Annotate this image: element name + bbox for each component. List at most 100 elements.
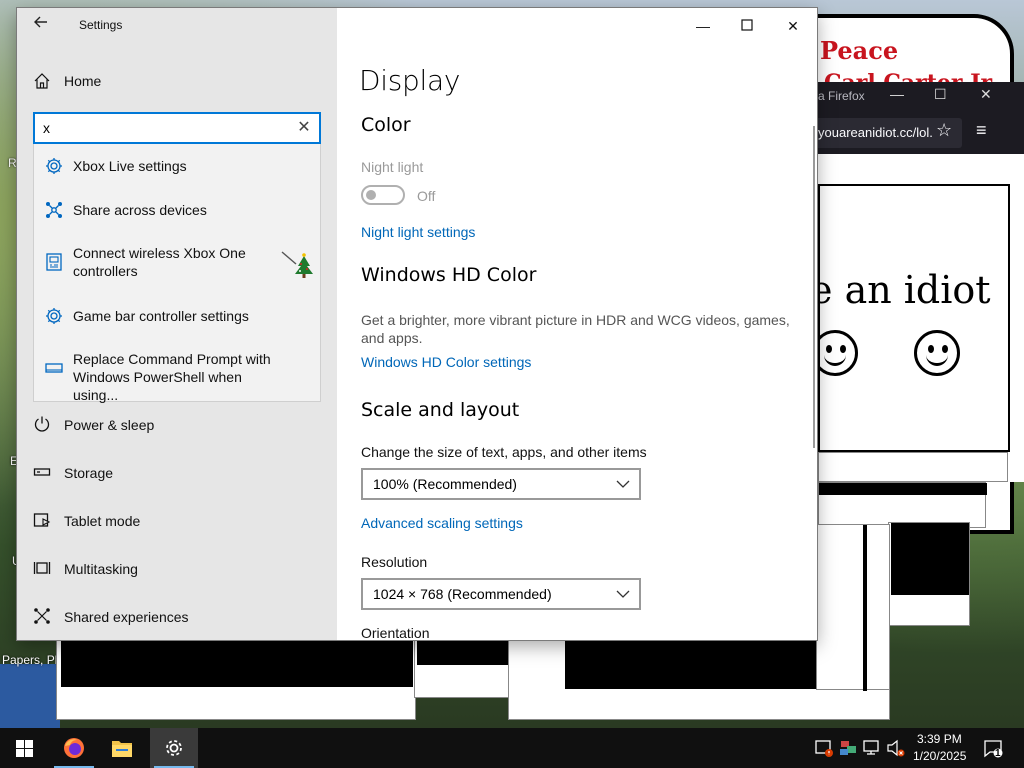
suggestion-label: Connect wireless Xbox One controllers: [73, 245, 246, 279]
prank-window-black: [863, 525, 867, 691]
tablet-icon: [33, 513, 51, 527]
prank-window-black: [891, 523, 969, 595]
sidebar-item-storage[interactable]: Storage: [17, 453, 337, 493]
maximize-icon[interactable]: ☐: [934, 86, 947, 103]
clear-icon[interactable]: ✕: [295, 119, 313, 137]
smiley-face-icon: [914, 330, 960, 376]
chevron-down-icon: [616, 480, 630, 488]
storage-icon: [33, 468, 51, 476]
sidebar-item-power-sleep[interactable]: Power & sleep: [17, 405, 337, 445]
orientation-label: Orientation: [361, 625, 430, 640]
idiot-page-text: e an idiot: [818, 268, 991, 312]
scale-dropdown-value: 100% (Recommended): [373, 476, 517, 492]
firefox-icon: [64, 738, 84, 758]
maximize-icon[interactable]: [735, 14, 759, 38]
resolution-dropdown-value: 1024 × 768 (Recommended): [373, 586, 552, 602]
search-suggestion-xbox-live[interactable]: Xbox Live settings: [34, 144, 320, 188]
sidebar-item-label: Storage: [64, 465, 114, 481]
app-title: Settings: [79, 18, 123, 32]
security-alert-icon[interactable]: [814, 738, 834, 758]
bookmark-star-icon[interactable]: ☆: [936, 120, 952, 141]
taskbar: 3:39 PM 1/20/2025 1: [0, 728, 1024, 768]
desktop-icon-label[interactable]: Papers, Ple: [2, 653, 64, 667]
sidebar-item-label: Tablet mode: [64, 513, 141, 529]
scale-dropdown[interactable]: 100% (Recommended): [361, 468, 641, 500]
file-explorer-icon: [112, 741, 132, 757]
gear-icon: [46, 308, 62, 324]
section-heading-scale-layout: Scale and layout: [361, 399, 520, 421]
start-button[interactable]: [0, 728, 48, 768]
settings-sidebar: Settings Home ✕ Xbox Live settings Share…: [17, 8, 337, 640]
idiot-page-frame: e an idiot: [818, 184, 1010, 452]
scrollbar[interactable]: [813, 126, 815, 448]
search-suggestion-game-bar-controller[interactable]: Game bar controller settings: [34, 294, 320, 338]
suggestion-label: Share across devices: [73, 202, 207, 218]
device-icon: [46, 253, 62, 271]
suggestion-label: Replace Command Prompt with Windows Powe…: [73, 351, 271, 403]
prank-window[interactable]: [56, 636, 416, 720]
desktop-icon-label[interactable]: R: [8, 156, 17, 170]
taskbar-settings[interactable]: [150, 728, 198, 768]
minimize-icon[interactable]: —: [890, 86, 904, 102]
christmas-tree-cursor-icon: [281, 251, 313, 278]
sidebar-item-home[interactable]: Home: [17, 64, 337, 98]
network-app-icon[interactable]: [838, 738, 858, 758]
volume-muted-icon[interactable]: [886, 738, 906, 758]
night-light-label: Night light: [361, 159, 424, 175]
sidebar-item-label: Home: [64, 73, 102, 89]
settings-content: — ✕ Display Color Night light Off Night …: [337, 8, 817, 640]
search-suggestion-share-across-devices[interactable]: Share across devices: [34, 188, 320, 232]
resolution-dropdown[interactable]: 1024 × 768 (Recommended): [361, 578, 641, 610]
night-light-settings-link[interactable]: Night light settings: [361, 224, 475, 240]
clock-date[interactable]: 1/20/2025: [913, 749, 966, 763]
close-icon[interactable]: ✕: [980, 86, 992, 103]
search-suggestion-powershell[interactable]: Replace Command Prompt with Windows Powe…: [34, 338, 320, 403]
prank-window-black: [819, 483, 987, 495]
settings-icon: [166, 740, 182, 756]
taskbar-firefox[interactable]: [50, 728, 98, 768]
settings-window: Settings Home ✕ Xbox Live settings Share…: [17, 8, 817, 640]
advanced-scaling-link[interactable]: Advanced scaling settings: [361, 515, 523, 531]
prank-window[interactable]: [816, 524, 890, 691]
close-icon[interactable]: ✕: [781, 14, 805, 38]
share-devices-icon: [46, 202, 62, 218]
sidebar-item-label: Shared experiences: [64, 609, 189, 625]
hamburger-menu-icon[interactable]: ≡: [976, 120, 987, 141]
prank-window[interactable]: [888, 522, 970, 626]
gear-icon: [46, 158, 62, 174]
clock-time[interactable]: 3:39 PM: [917, 732, 962, 746]
firefox-window[interactable]: a Firefox — ☐ ✕ youareanidiot.cc/lol. ☆ …: [790, 82, 1024, 482]
windows-logo-icon: [16, 740, 33, 757]
toggle-knob: [366, 190, 376, 200]
taskbar-icon: [45, 363, 63, 373]
back-arrow-icon[interactable]: [29, 14, 53, 38]
resolution-label: Resolution: [361, 554, 428, 570]
prank-window[interactable]: [818, 452, 1008, 482]
section-heading-color: Color: [361, 114, 411, 136]
sidebar-item-tablet-mode[interactable]: Tablet mode: [17, 501, 337, 541]
notification-count: 1: [995, 748, 1001, 759]
network-icon[interactable]: [862, 738, 882, 758]
night-light-toggle[interactable]: [361, 185, 405, 205]
taskbar-file-explorer[interactable]: [98, 728, 146, 768]
night-light-state: Off: [417, 188, 436, 204]
search-input[interactable]: [43, 118, 283, 138]
sidebar-item-shared-experiences[interactable]: Shared experiences: [17, 597, 337, 637]
sidebar-item-multitasking[interactable]: Multitasking: [17, 549, 337, 589]
hd-color-settings-link[interactable]: Windows HD Color settings: [361, 354, 531, 370]
prank-window-black: [61, 641, 413, 687]
power-icon: [34, 416, 50, 432]
search-suggestion-xbox-controllers[interactable]: Connect wireless Xbox One controllers: [34, 232, 320, 294]
suggestion-label: Xbox Live settings: [73, 158, 187, 174]
sidebar-item-label: Multitasking: [64, 561, 138, 577]
smiley-face-icon: [820, 330, 858, 376]
hd-color-description: Get a brighter, more vibrant picture in …: [361, 312, 790, 346]
search-box[interactable]: ✕: [33, 112, 321, 144]
minimize-icon[interactable]: —: [691, 14, 715, 38]
desktop-icon-tile[interactable]: [0, 664, 60, 728]
shared-experiences-icon: [34, 608, 50, 624]
section-heading-hd-color: Windows HD Color: [361, 264, 537, 286]
firefox-window-title: a Firefox: [818, 89, 865, 103]
home-icon: [34, 73, 50, 89]
scale-label: Change the size of text, apps, and other…: [361, 444, 647, 460]
